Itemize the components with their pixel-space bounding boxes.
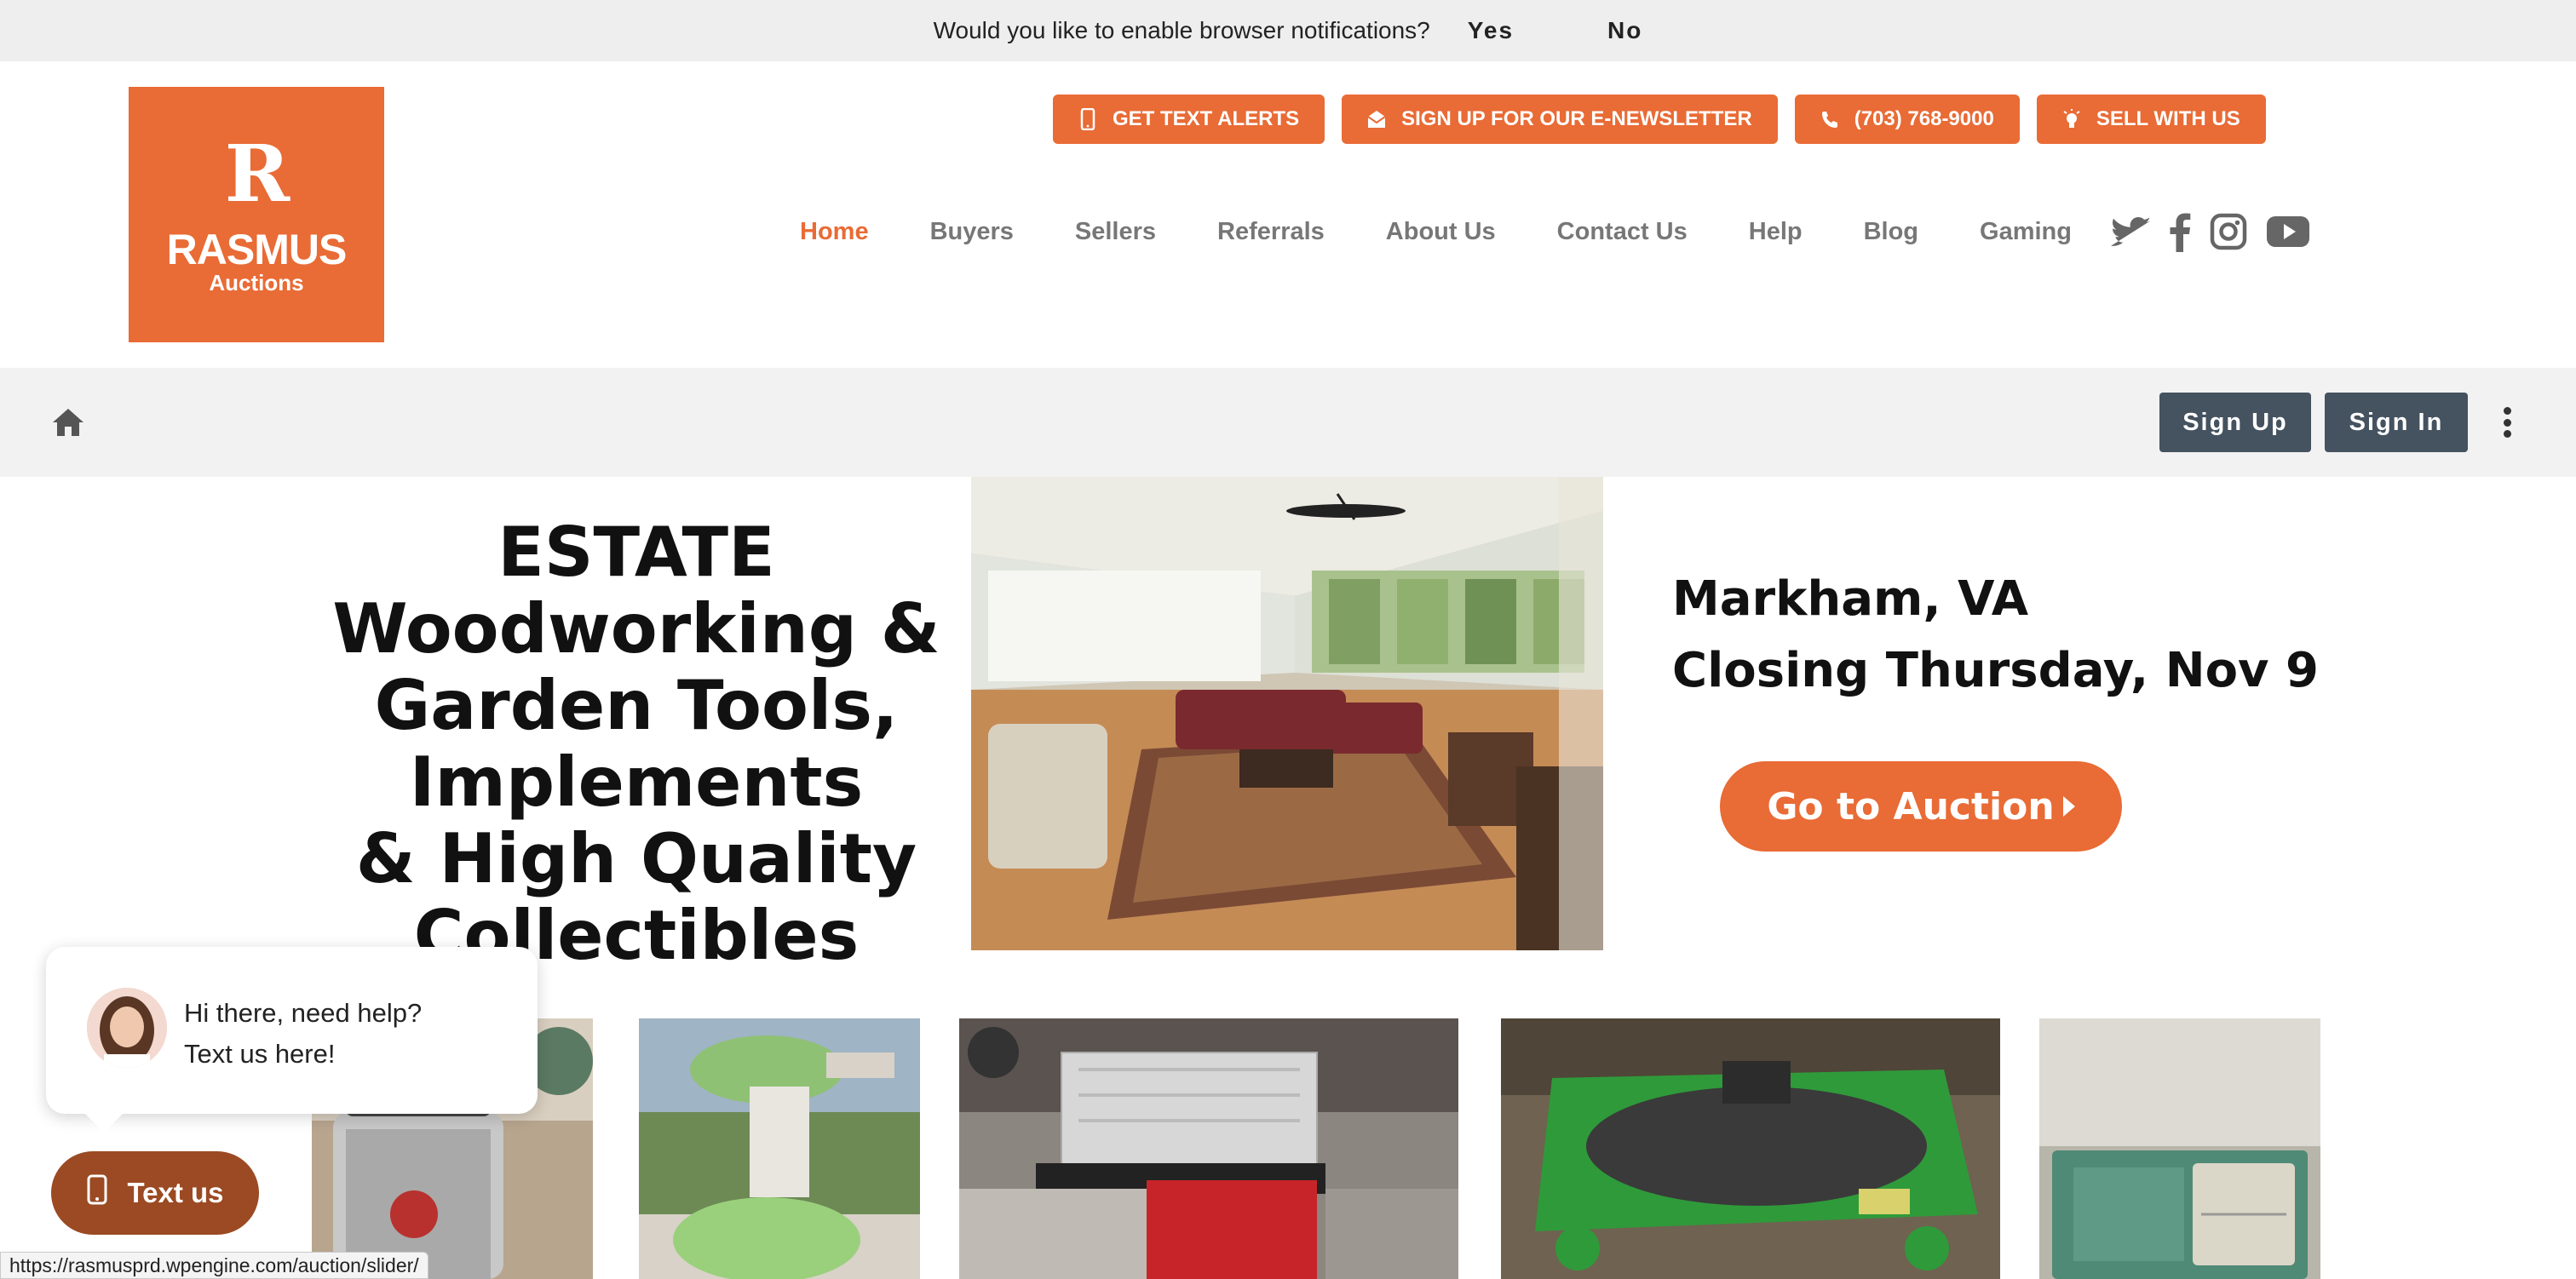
sell-with-us-button[interactable]: SELL WITH US: [2036, 95, 2266, 144]
facebook-icon[interactable]: [2169, 211, 2191, 252]
twitter-icon[interactable]: [2111, 215, 2150, 249]
phone-icon: [1820, 108, 1839, 130]
get-text-alerts-button[interactable]: GET TEXT ALERTS: [1053, 95, 1325, 144]
auction-title-line: Implements: [409, 743, 864, 822]
nav-item-gaming[interactable]: Gaming: [1980, 218, 2072, 246]
top-action-buttons: GET TEXT ALERTS SIGN UP FOR OUR E-NEWSLE…: [1053, 95, 2266, 144]
auction-title-line: & High Quality: [355, 819, 917, 898]
more-options-icon[interactable]: [2502, 407, 2512, 438]
nav-item-about-us[interactable]: About Us: [1386, 218, 1496, 246]
auction-thumbnail[interactable]: [2039, 1018, 2320, 1279]
notification-bar: Would you like to enable browser notific…: [0, 0, 2576, 61]
sign-up-button[interactable]: Sign Up: [2159, 393, 2311, 452]
auction-title-line: Garden Tools,: [374, 666, 899, 745]
agent-avatar: [87, 988, 167, 1068]
nav-item-referrals[interactable]: Referrals: [1217, 218, 1325, 246]
auction-closing-date: Closing Thursday, Nov 9: [1672, 643, 2320, 698]
sign-in-button[interactable]: Sign In: [2325, 393, 2468, 452]
auction-location: Markham, VA: [1672, 571, 2029, 627]
auction-title-line: ESTATE: [497, 514, 775, 592]
auction-thumbnail[interactable]: [639, 1018, 920, 1279]
nav-item-buyers[interactable]: Buyers: [930, 218, 1014, 246]
logo-monogram: R: [224, 127, 290, 220]
status-bar-url: https://rasmusprd.wpengine.com/auction/s…: [0, 1252, 428, 1279]
auction-featured-photo[interactable]: [971, 477, 1603, 950]
sell-with-us-label: SELL WITH US: [2096, 107, 2240, 130]
main-nav: Home Buyers Sellers Referrals About Us C…: [800, 211, 2310, 252]
instagram-icon[interactable]: [2210, 213, 2247, 250]
home-icon[interactable]: [51, 407, 85, 438]
lightbulb-icon: [2062, 108, 2081, 130]
logo-subtitle: Auctions: [209, 269, 304, 295]
mobile-icon: [86, 1174, 108, 1212]
text-us-button[interactable]: Text us: [51, 1151, 259, 1235]
phone-button[interactable]: (703) 768-9000: [1794, 95, 2020, 144]
chat-message-line: Text us here!: [184, 1039, 336, 1069]
auction-thumbnail[interactable]: [1501, 1018, 2000, 1279]
nav-item-contact-us[interactable]: Contact Us: [1557, 218, 1688, 246]
envelope-icon: [1367, 108, 1386, 130]
newsletter-signup-label: SIGN UP FOR OUR E-NEWSLETTER: [1401, 107, 1752, 130]
auction-title-line: Woodworking &: [332, 589, 940, 668]
logo-name: RASMUS: [166, 225, 348, 273]
nav-item-blog[interactable]: Blog: [1864, 218, 1918, 246]
auction-details: Markham, VA Closing Thursday, Nov 9: [1672, 564, 2319, 707]
get-text-alerts-label: GET TEXT ALERTS: [1113, 107, 1300, 130]
chat-bubble[interactable]: Hi there, need help? Text us here!: [46, 947, 538, 1133]
notification-no-button[interactable]: No: [1607, 17, 1642, 44]
chat-message: Hi there, need help? Text us here!: [184, 993, 422, 1075]
phone-number-label: (703) 768-9000: [1854, 107, 1994, 130]
rasmus-logo[interactable]: R RASMUS Auctions: [129, 87, 384, 342]
chat-message-line: Hi there, need help?: [184, 998, 423, 1028]
newsletter-signup-button[interactable]: SIGN UP FOR OUR E-NEWSLETTER: [1342, 95, 1778, 144]
notification-yes-button[interactable]: Yes: [1468, 17, 1514, 44]
youtube-icon[interactable]: [2266, 215, 2310, 248]
nav-item-home[interactable]: Home: [800, 218, 869, 246]
nav-item-help[interactable]: Help: [1749, 218, 1803, 246]
mobile-icon: [1078, 108, 1097, 130]
notification-text: Would you like to enable browser notific…: [933, 17, 1430, 43]
caret-right-icon: [2062, 796, 2075, 817]
go-to-auction-label: Go to Auction: [1767, 784, 2055, 829]
nav-item-sellers[interactable]: Sellers: [1075, 218, 1156, 246]
auction-thumbnail[interactable]: [959, 1018, 1458, 1279]
auction-title: ESTATE Woodworking & Garden Tools, Imple…: [324, 514, 949, 967]
go-to-auction-button[interactable]: Go to Auction: [1720, 761, 2122, 852]
text-us-label: Text us: [127, 1177, 224, 1208]
social-links: [2111, 211, 2310, 252]
